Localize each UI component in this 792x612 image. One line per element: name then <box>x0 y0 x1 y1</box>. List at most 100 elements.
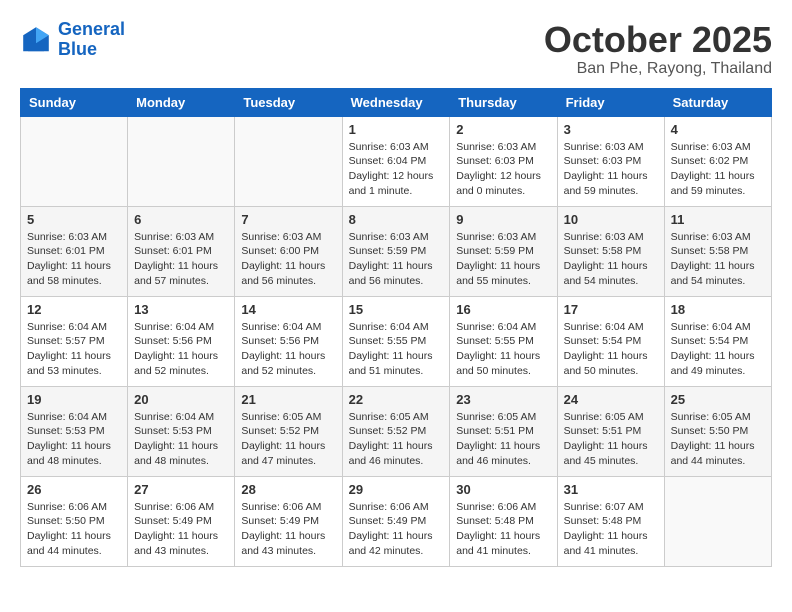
calendar-cell <box>21 116 128 206</box>
location-subtitle: Ban Phe, Rayong, Thailand <box>544 60 772 78</box>
day-info: Sunrise: 6:04 AM Sunset: 5:55 PM Dayligh… <box>349 320 444 379</box>
calendar-cell: 13Sunrise: 6:04 AM Sunset: 5:56 PM Dayli… <box>128 296 235 386</box>
calendar-cell <box>235 116 342 206</box>
day-number: 21 <box>241 392 335 407</box>
day-number: 8 <box>349 212 444 227</box>
day-number: 2 <box>456 122 550 137</box>
weekday-tuesday: Tuesday <box>235 88 342 116</box>
day-number: 3 <box>564 122 658 137</box>
day-info: Sunrise: 6:03 AM Sunset: 5:58 PM Dayligh… <box>564 230 658 289</box>
calendar-cell: 28 Sunrise: 6:06 AM Sunset: 5:49 PM Dayli… <box>235 476 342 566</box>
day-info: Sunrise: 6:04 AM Sunset: 5:56 PM Dayligh… <box>241 320 335 379</box>
day-number: 14 <box>241 302 335 317</box>
day-info: Sunrise: 6:07 AM Sunset: 5:48 PM Dayligh… <box>564 500 658 559</box>
day-number: 19 <box>27 392 121 407</box>
day-number: 23 <box>456 392 550 407</box>
day-number: 5 <box>27 212 121 227</box>
day-info: Sunrise: 6:06 AM Sunset: 5:49 PM Dayligh… <box>241 500 335 559</box>
calendar-cell: 29 Sunrise: 6:06 AM Sunset: 5:49 PM Dayli… <box>342 476 450 566</box>
month-title: October 2025 <box>544 20 772 60</box>
calendar-cell: 7 Sunrise: 6:03 AM Sunset: 6:00 PM Daylig… <box>235 206 342 296</box>
day-number: 16 <box>456 302 550 317</box>
calendar-cell: 16 Sunrise: 6:04 AM Sunset: 5:55 PM Dayli… <box>450 296 557 386</box>
weekday-header-row: SundayMondayTuesdayWednesdayThursdayFrid… <box>21 88 772 116</box>
calendar-cell: 21 Sunrise: 6:05 AM Sunset: 5:52 PM Dayli… <box>235 386 342 476</box>
weekday-sunday: Sunday <box>21 88 128 116</box>
day-number: 31 <box>564 482 658 497</box>
calendar-cell: 1Sunrise: 6:03 AM Sunset: 6:04 PM Daylig… <box>342 116 450 206</box>
calendar-cell: 8 Sunrise: 6:03 AM Sunset: 5:59 PM Daylig… <box>342 206 450 296</box>
calendar-cell: 3Sunrise: 6:03 AM Sunset: 6:03 PM Daylig… <box>557 116 664 206</box>
calendar-cell: 6 Sunrise: 6:03 AM Sunset: 6:01 PM Daylig… <box>128 206 235 296</box>
day-number: 29 <box>349 482 444 497</box>
weekday-friday: Friday <box>557 88 664 116</box>
day-info: Sunrise: 6:03 AM Sunset: 5:58 PM Dayligh… <box>671 230 765 289</box>
day-info: Sunrise: 6:04 AM Sunset: 5:53 PM Dayligh… <box>27 410 121 469</box>
day-info: Sunrise: 6:05 AM Sunset: 5:52 PM Dayligh… <box>241 410 335 469</box>
calendar-cell: 19 Sunrise: 6:04 AM Sunset: 5:53 PM Dayli… <box>21 386 128 476</box>
day-info: Sunrise: 6:03 AM Sunset: 6:03 PM Dayligh… <box>456 140 550 199</box>
day-info: Sunrise: 6:03 AM Sunset: 6:00 PM Dayligh… <box>241 230 335 289</box>
calendar-cell <box>664 476 771 566</box>
day-number: 25 <box>671 392 765 407</box>
day-info: Sunrise: 6:06 AM Sunset: 5:49 PM Dayligh… <box>349 500 444 559</box>
logo: General Blue <box>20 20 125 60</box>
day-info: Sunrise: 6:05 AM Sunset: 5:52 PM Dayligh… <box>349 410 444 469</box>
calendar-week-4: 19 Sunrise: 6:04 AM Sunset: 5:53 PM Dayli… <box>21 386 772 476</box>
calendar-cell: 5Sunrise: 6:03 AM Sunset: 6:01 PM Daylig… <box>21 206 128 296</box>
calendar-cell: 30 Sunrise: 6:06 AM Sunset: 5:48 PM Dayli… <box>450 476 557 566</box>
logo-icon <box>20 24 52 56</box>
calendar-week-3: 12Sunrise: 6:04 AM Sunset: 5:57 PM Dayli… <box>21 296 772 386</box>
day-number: 24 <box>564 392 658 407</box>
calendar-cell: 20Sunrise: 6:04 AM Sunset: 5:53 PM Dayli… <box>128 386 235 476</box>
weekday-monday: Monday <box>128 88 235 116</box>
calendar-cell: 24 Sunrise: 6:05 AM Sunset: 5:51 PM Dayli… <box>557 386 664 476</box>
logo-text: General Blue <box>58 20 125 60</box>
day-number: 7 <box>241 212 335 227</box>
calendar-cell: 15 Sunrise: 6:04 AM Sunset: 5:55 PM Dayli… <box>342 296 450 386</box>
day-number: 13 <box>134 302 228 317</box>
day-number: 30 <box>456 482 550 497</box>
title-block: October 2025 Ban Phe, Rayong, Thailand <box>544 20 772 78</box>
day-info: Sunrise: 6:06 AM Sunset: 5:50 PM Dayligh… <box>27 500 121 559</box>
calendar-cell: 11 Sunrise: 6:03 AM Sunset: 5:58 PM Dayli… <box>664 206 771 296</box>
calendar-body: 1Sunrise: 6:03 AM Sunset: 6:04 PM Daylig… <box>21 116 772 566</box>
day-number: 4 <box>671 122 765 137</box>
calendar-cell: 4Sunrise: 6:03 AM Sunset: 6:02 PM Daylig… <box>664 116 771 206</box>
calendar-cell: 10 Sunrise: 6:03 AM Sunset: 5:58 PM Dayli… <box>557 206 664 296</box>
calendar-cell: 25Sunrise: 6:05 AM Sunset: 5:50 PM Dayli… <box>664 386 771 476</box>
calendar-week-5: 26Sunrise: 6:06 AM Sunset: 5:50 PM Dayli… <box>21 476 772 566</box>
day-number: 11 <box>671 212 765 227</box>
day-info: Sunrise: 6:04 AM Sunset: 5:54 PM Dayligh… <box>564 320 658 379</box>
calendar-cell: 9Sunrise: 6:03 AM Sunset: 5:59 PM Daylig… <box>450 206 557 296</box>
calendar-cell: 22Sunrise: 6:05 AM Sunset: 5:52 PM Dayli… <box>342 386 450 476</box>
day-number: 10 <box>564 212 658 227</box>
day-info: Sunrise: 6:04 AM Sunset: 5:54 PM Dayligh… <box>671 320 765 379</box>
day-number: 27 <box>134 482 228 497</box>
calendar-cell: 2 Sunrise: 6:03 AM Sunset: 6:03 PM Daylig… <box>450 116 557 206</box>
day-number: 6 <box>134 212 228 227</box>
page-header: General Blue October 2025 Ban Phe, Rayon… <box>20 20 772 78</box>
calendar-week-1: 1Sunrise: 6:03 AM Sunset: 6:04 PM Daylig… <box>21 116 772 206</box>
day-number: 17 <box>564 302 658 317</box>
calendar-week-2: 5 Sunrise: 6:03 AM Sunset: 6:01 PM Daylig… <box>21 206 772 296</box>
day-info: Sunrise: 6:03 AM Sunset: 5:59 PM Dayligh… <box>456 230 550 289</box>
day-info: Sunrise: 6:03 AM Sunset: 6:01 PM Dayligh… <box>134 230 228 289</box>
day-number: 18 <box>671 302 765 317</box>
day-number: 15 <box>349 302 444 317</box>
logo-blue: Blue <box>58 39 97 59</box>
day-info: Sunrise: 6:04 AM Sunset: 5:55 PM Dayligh… <box>456 320 550 379</box>
calendar-cell <box>128 116 235 206</box>
day-info: Sunrise: 6:06 AM Sunset: 5:48 PM Dayligh… <box>456 500 550 559</box>
calendar-header: SundayMondayTuesdayWednesdayThursdayFrid… <box>21 88 772 116</box>
calendar-cell: 23Sunrise: 6:05 AM Sunset: 5:51 PM Dayli… <box>450 386 557 476</box>
day-info: Sunrise: 6:06 AM Sunset: 5:49 PM Dayligh… <box>134 500 228 559</box>
day-number: 28 <box>241 482 335 497</box>
day-info: Sunrise: 6:04 AM Sunset: 5:57 PM Dayligh… <box>27 320 121 379</box>
day-info: Sunrise: 6:05 AM Sunset: 5:51 PM Dayligh… <box>564 410 658 469</box>
day-info: Sunrise: 6:03 AM Sunset: 5:59 PM Dayligh… <box>349 230 444 289</box>
day-info: Sunrise: 6:03 AM Sunset: 6:04 PM Dayligh… <box>349 140 444 199</box>
day-number: 20 <box>134 392 228 407</box>
weekday-wednesday: Wednesday <box>342 88 450 116</box>
logo-general: General <box>58 19 125 39</box>
